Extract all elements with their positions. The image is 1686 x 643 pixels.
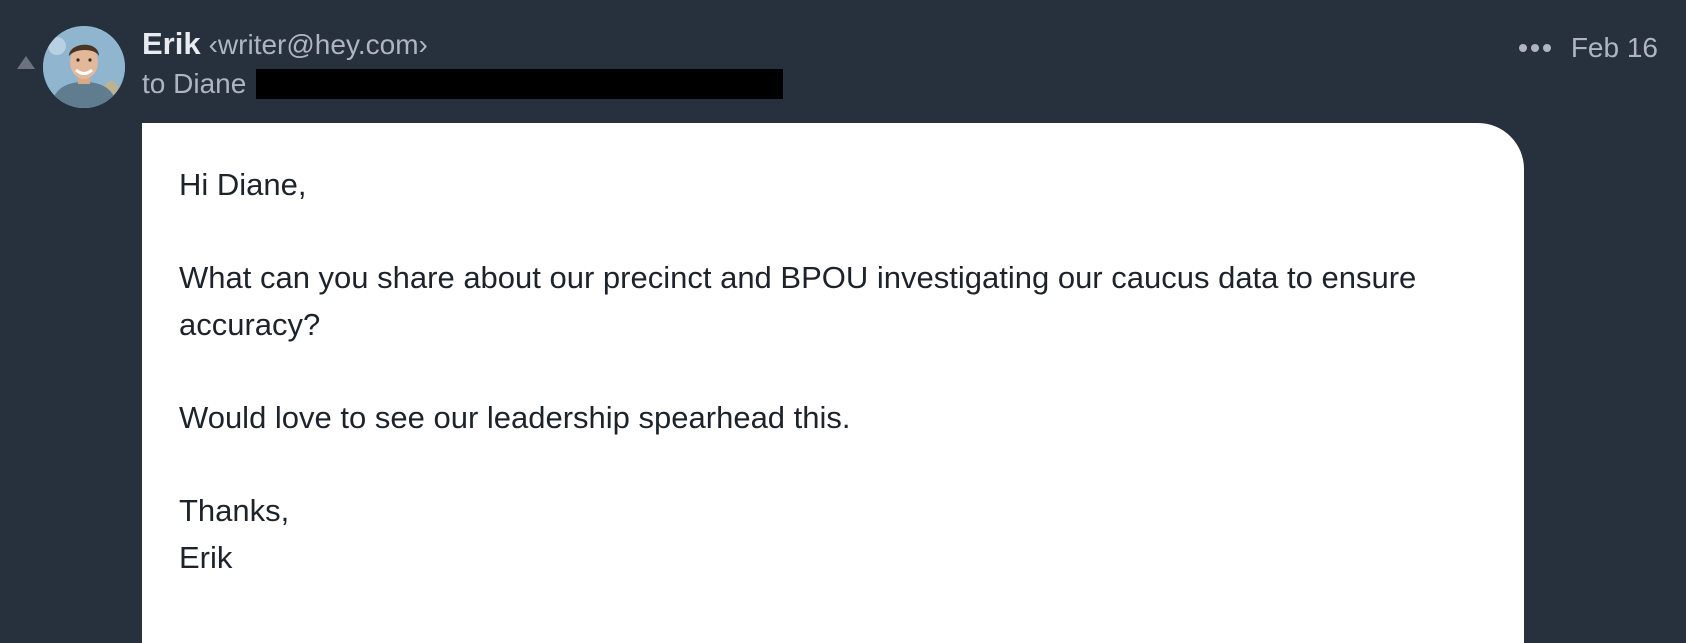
redaction-block: [256, 69, 784, 99]
message-body: Hi Diane, What can you share about our p…: [142, 123, 1524, 643]
body-paragraph-2: Would love to see our leadership spearhe…: [179, 400, 851, 435]
recipient-label[interactable]: to Diane: [142, 68, 246, 100]
message-meta: Feb 16: [1517, 32, 1658, 64]
greeting-text: Hi Diane,: [179, 167, 307, 202]
collapse-thread-icon[interactable]: [17, 56, 35, 69]
message-date: Feb 16: [1570, 32, 1658, 63]
avatar[interactable]: [43, 26, 125, 108]
sender-email[interactable]: ‹writer@hey.com›: [209, 29, 428, 61]
closing-text: Thanks,: [179, 493, 290, 528]
message-header: Erik ‹writer@hey.com› to Diane: [142, 26, 784, 100]
sender-line: Erik ‹writer@hey.com›: [142, 26, 783, 62]
sender-name[interactable]: Erik: [142, 26, 201, 62]
recipient-line: to Diane: [142, 68, 784, 100]
signature-text: Erik: [179, 540, 233, 575]
body-paragraph-1: What can you share about our precinct an…: [179, 260, 1417, 342]
more-options-icon[interactable]: [1517, 40, 1553, 56]
